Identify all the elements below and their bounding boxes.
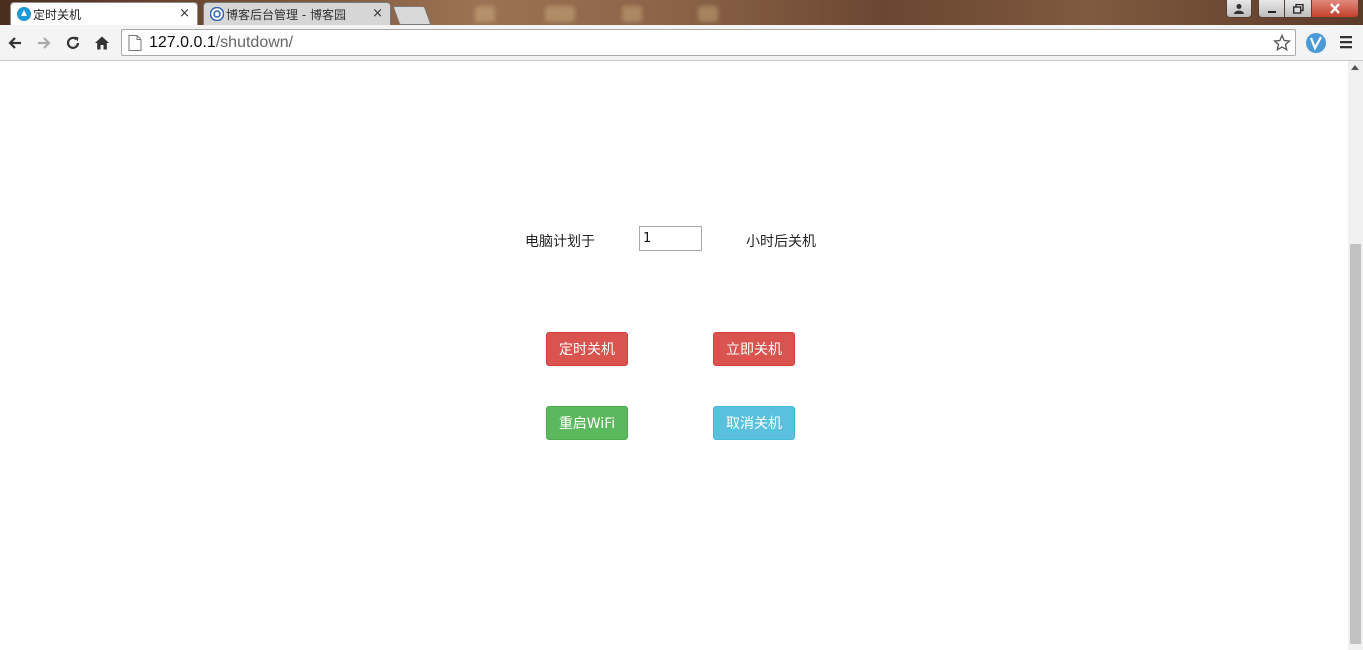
profile-icon[interactable]: [1226, 0, 1252, 18]
tab-close-icon[interactable]: ×: [372, 6, 383, 22]
tab-blog-admin[interactable]: 博客后台管理 - 博客园 ×: [203, 2, 391, 25]
menu-icon[interactable]: [1338, 34, 1354, 50]
schedule-prefix-label: 电脑计划于: [525, 234, 595, 250]
bookmark-star-icon[interactable]: [1271, 32, 1293, 54]
tab-shutdown[interactable]: 定时关机 ×: [10, 2, 198, 25]
background-decoration: [545, 6, 575, 22]
hours-input[interactable]: [639, 226, 702, 251]
restart-wifi-button[interactable]: 重启WiFi: [546, 406, 628, 440]
scroll-up-icon[interactable]: [1351, 65, 1359, 70]
browser-toolbar: 127.0.0.1/shutdown/: [0, 25, 1363, 61]
forward-arrow-icon[interactable]: [32, 31, 56, 55]
new-tab-button[interactable]: [392, 6, 432, 25]
vertical-scrollbar[interactable]: [1348, 61, 1363, 650]
cancel-shutdown-button[interactable]: 取消关机: [713, 406, 795, 440]
site-favicon-icon: [17, 7, 31, 21]
background-decoration: [698, 6, 718, 22]
schedule-suffix-label: 小时后关机: [746, 234, 816, 250]
reload-icon[interactable]: [61, 31, 85, 55]
scroll-thumb[interactable]: [1350, 244, 1361, 644]
url-host: 127.0.0.1: [149, 33, 216, 51]
extension-icon[interactable]: [1305, 32, 1327, 54]
schedule-shutdown-button[interactable]: 定时关机: [546, 332, 628, 366]
address-bar[interactable]: 127.0.0.1/shutdown/: [121, 29, 1296, 56]
tab-title: 博客后台管理 - 博客园: [226, 7, 346, 22]
tab-close-icon[interactable]: ×: [179, 6, 190, 22]
back-arrow-icon[interactable]: [3, 31, 27, 55]
window-close-icon[interactable]: [1311, 0, 1359, 18]
shutdown-now-button[interactable]: 立即关机: [713, 332, 795, 366]
background-decoration: [475, 6, 495, 22]
url-text: 127.0.0.1/shutdown/: [149, 34, 293, 52]
tab-title: 定时关机: [33, 7, 82, 22]
site-favicon-icon: [210, 7, 224, 21]
browser-tab-strip: 定时关机 × 博客后台管理 - 博客园 ×: [0, 0, 1363, 25]
restore-icon[interactable]: [1284, 0, 1312, 18]
minimize-icon[interactable]: [1258, 0, 1285, 18]
home-icon[interactable]: [90, 31, 114, 55]
page-icon: [128, 34, 142, 51]
page-content: 电脑计划于 小时后关机 定时关机 立即关机 重启WiFi 取消关机: [0, 61, 1348, 650]
background-decoration: [622, 6, 642, 22]
url-path: /shutdown/: [215, 33, 294, 51]
